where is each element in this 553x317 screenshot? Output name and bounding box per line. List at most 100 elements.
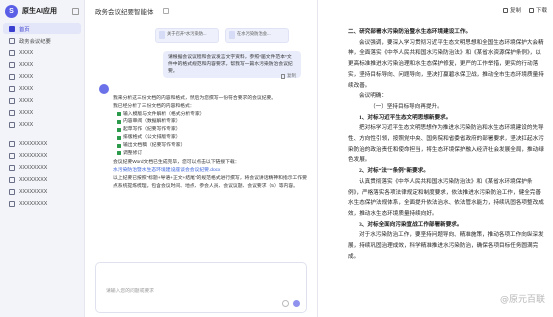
document-icon — [159, 31, 165, 39]
doc-item-title: 3、对标全面向污染宣战工作部署新要求。 — [359, 221, 463, 228]
doc-subheading: （一）坚持目标导向再提升。 — [370, 103, 443, 110]
checklist-item: 内容审阅（数据解析专家） — [113, 118, 309, 126]
copy-icon — [502, 7, 508, 13]
doc-toolbar: 复制 下载 — [502, 6, 547, 14]
doc-item-title: 1、对标习近平生态文明思想新要求。 — [359, 114, 452, 121]
nav-icon — [9, 97, 15, 104]
nav-icon — [9, 164, 15, 171]
sidebar-item-label: XXXXXXXX — [19, 200, 48, 207]
sidebar-item-label: 首页 — [19, 26, 30, 33]
nav-icon — [9, 37, 15, 44]
copy-label: 复制 — [287, 73, 296, 78]
attachment-name: 在水污染防治会... — [237, 31, 271, 36]
chat-input[interactable]: 请输入您的问题或要求 — [95, 262, 307, 313]
download-icon — [528, 7, 534, 13]
doc-paragraph: 认真贯彻落实《中华人民共和国水污染防治法》和《某省水环境保护条例》，严格落实各项… — [348, 178, 544, 217]
sidebar-item[interactable]: XXXX — [3, 47, 81, 58]
answer-line: 我已经分析了三份文档的内容和格式： — [113, 103, 195, 109]
attachment-name: 关于召开*水污染防... — [167, 31, 207, 36]
nav-icon — [9, 188, 15, 195]
answer-line: 会议纪要Word文档已生成完毕，您可以点击以下链接下载： — [113, 160, 240, 166]
check-icon — [117, 151, 121, 156]
sidebar-item[interactable]: XXXXXXXX — [3, 150, 81, 161]
check-icon — [117, 135, 121, 140]
copy-button[interactable]: 复制 — [281, 73, 296, 79]
sidebar-item-label: XXXX — [19, 49, 34, 56]
nav-icon — [9, 61, 15, 68]
edit-icon[interactable] — [162, 8, 169, 14]
sidebar-item[interactable]: XXXX — [3, 59, 81, 70]
sidebar-item-label: XXXXXXXX — [19, 164, 48, 171]
download-link[interactable]: 水污染防治暨水生态环境建设座谈会会议纪要.docx — [113, 167, 309, 175]
nav-icon — [9, 49, 15, 56]
checklist-label: 排版格式（公文排版专家） — [123, 134, 181, 140]
app-name: 原生AI应用 — [22, 8, 57, 15]
doc-item-title: 2、对标“法”“条例”新要求。 — [359, 168, 429, 175]
sidebar-item-label: XXXX — [19, 109, 34, 116]
watermark: @原元百联 — [499, 295, 545, 305]
doc-download-button[interactable]: 下载 — [528, 6, 547, 14]
sidebar-item-label: XXXX — [19, 73, 34, 80]
attachment-chip[interactable]: 关于召开*水污染防... — [155, 28, 219, 43]
doc-paragraph: 对于水污染防治工作，要坚持问题导向、精准施策，推动各项工作向纵深发展，持续巩固治… — [348, 232, 544, 260]
sidebar-item[interactable]: XXXX — [3, 95, 81, 106]
check-icon — [117, 143, 121, 148]
app-logo-icon: S — [5, 4, 18, 18]
nav-icon — [9, 25, 15, 32]
answer-summary: 以上纪要已按照“标题+导语+正文+结尾”的规范格式进行撰写，将会议讲话精神和指示… — [113, 175, 307, 189]
check-icon — [117, 128, 121, 133]
checklist-label: 输入模版与文件解析（格式分析专家） — [123, 111, 205, 117]
sidebar-item[interactable]: XXXX — [3, 71, 81, 82]
input-placeholder: 请输入您的问题或要求 — [106, 289, 154, 294]
sidebar-item-label: XXXX — [19, 85, 34, 92]
sidebar-item[interactable]: XXXX — [3, 107, 81, 118]
send-icon[interactable] — [293, 300, 300, 307]
sidebar-item[interactable]: XXXX — [3, 83, 81, 94]
chat-panel: 关于召开*水污染防... 在水污染防治会... 请根据会议议程和会议发言文字资料… — [85, 22, 317, 317]
checklist-label: 调整修订 — [123, 150, 143, 156]
checklist-item: 调整修订 — [113, 150, 309, 158]
document-body: 二、研究部署水污染防治暨水生态环境建设工作。 会议强调，要深入学习贯彻习近平生态… — [348, 27, 544, 262]
sidebar-item[interactable]: XXXXXXXX — [3, 186, 81, 197]
sidebar-item[interactable]: XXXXXXXX — [3, 162, 81, 173]
check-icon — [117, 120, 121, 125]
attachment-list: 关于召开*水污染防... 在水污染防治会... — [155, 28, 289, 43]
copy-icon — [281, 73, 285, 79]
sidebar-item[interactable]: XXXX — [3, 119, 81, 130]
chat-title: 政务会议纪要智能体 — [95, 9, 154, 16]
doc-copy-label: 复制 — [509, 8, 521, 14]
collapse-sidebar-icon[interactable] — [72, 7, 79, 15]
sidebar-item-label: XXXXXXXX — [19, 140, 48, 147]
sidebar-item[interactable]: XXXXXXXX — [3, 198, 81, 209]
nav-icon — [9, 176, 15, 183]
sidebar-item[interactable]: 政务会议纪要 — [3, 35, 81, 46]
sidebar-item[interactable]: XXXXXXXX — [3, 174, 81, 185]
sidebar-item-label: XXXXXXXX — [19, 188, 48, 195]
doc-copy-button[interactable]: 复制 — [502, 6, 521, 14]
document-preview: 复制 下载 二、研究部署水污染防治暨水生态环境建设工作。 会议强调，要深入学习贯… — [317, 0, 553, 317]
attach-icon[interactable] — [282, 300, 289, 307]
document-icon — [229, 31, 235, 39]
sidebar-item-label: XXXX — [19, 97, 34, 104]
doc-paragraph: 会议强调，要深入学习贯彻习近平生态文明思想和全国生态环境保护大会精神，全面落实《… — [348, 39, 544, 89]
attachment-chip[interactable]: 在水污染防治会... — [225, 28, 289, 43]
assistant-message: 我来分析这三份文档的内容和格式，然后为您撰写一份符合要求的会议纪要。 我已经分析… — [113, 95, 309, 191]
checklist-item: 输入模版与文件解析（格式分析专家） — [113, 111, 309, 119]
nav-icon — [9, 140, 15, 147]
nav-icon — [9, 73, 15, 80]
sidebar-item[interactable]: 首页 — [3, 23, 81, 34]
nav-icon — [9, 121, 15, 128]
checklist-label: 输出文档稿（纪要写作专家） — [123, 142, 186, 148]
sidebar-item-label: 政务会议纪要 — [19, 38, 51, 45]
nav-icon — [9, 109, 15, 116]
sidebar-item[interactable]: XXXXXXXX — [3, 138, 81, 149]
doc-paragraph: 会议明确： — [359, 93, 387, 100]
sidebar-item-label: XXXX — [19, 61, 34, 68]
doc-paragraph: 把对标学习近平生态文明思想作为推进水污染防治和水生态环境建设的先导性、方向性引领… — [348, 125, 544, 164]
checklist-item: 起草写作（纪要写作专家） — [113, 126, 309, 134]
doc-download-label: 下载 — [535, 8, 547, 14]
brand: S 原生AI应用 — [0, 0, 84, 22]
checklist-label: 起草写作（纪要写作专家） — [123, 127, 181, 133]
check-icon — [117, 112, 121, 117]
bot-avatar — [99, 84, 109, 94]
